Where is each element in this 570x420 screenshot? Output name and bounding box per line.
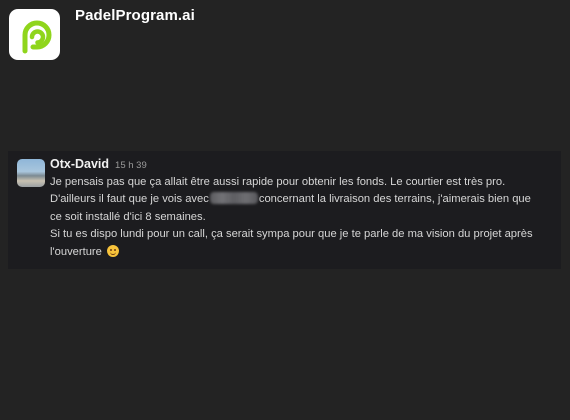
- author-name[interactable]: Otx-David: [50, 157, 109, 171]
- message-line: ce soit installé d'ici 8 semaines.: [50, 210, 206, 223]
- avatar[interactable]: [17, 159, 45, 187]
- brand-name: PadelProgram.ai: [75, 7, 195, 24]
- message-text: l'ouverture: [50, 245, 102, 258]
- message-header: Otx-David 15 h 39: [50, 157, 147, 171]
- message-line: Si tu es dispo lundi pour un call, ça se…: [50, 228, 533, 241]
- redacted-name: [209, 192, 258, 205]
- smirk-emoji-icon: [107, 244, 119, 257]
- message-body: Je pensais pas que ça allait être aussi …: [50, 174, 555, 261]
- message-line: l'ouverture: [50, 244, 555, 261]
- message-text: D'ailleurs il faut que je vois avec: [50, 193, 209, 206]
- padelprogram-logo-icon: [9, 9, 60, 60]
- chat-message: Otx-David 15 h 39 Je pensais pas que ça …: [8, 151, 561, 269]
- message-text: concernant la livraison des terrains, j'…: [258, 193, 531, 206]
- message-line: Je pensais pas que ça allait être aussi …: [50, 176, 506, 188]
- message-timestamp[interactable]: 15 h 39: [115, 160, 147, 171]
- message-line: D'ailleurs il faut que je vois avec conce…: [50, 191, 555, 208]
- page: PadelProgram.ai Otx-David 15 h 39 Je pen…: [0, 0, 570, 420]
